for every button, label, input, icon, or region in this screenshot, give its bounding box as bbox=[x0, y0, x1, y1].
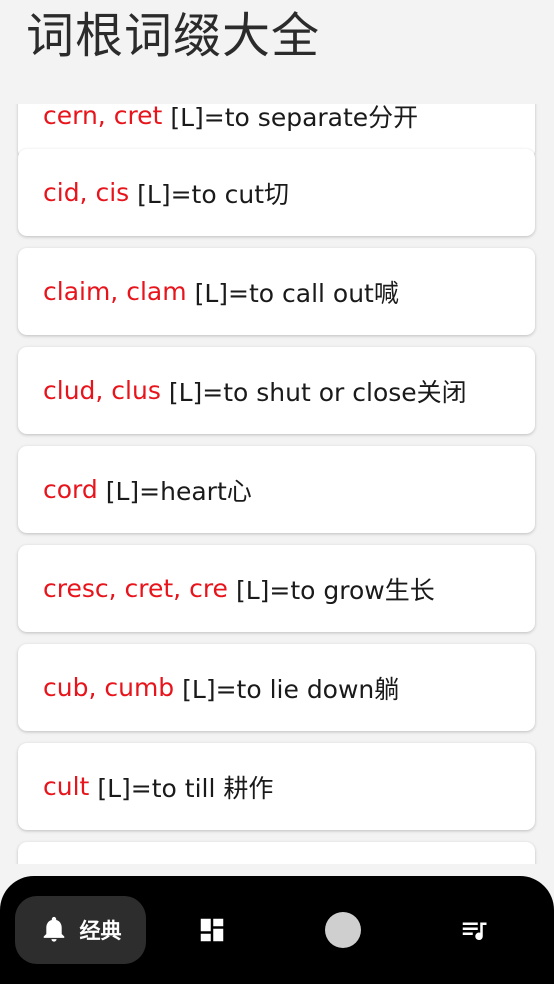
list-item[interactable]: cresc, cret, cre [L]=to grow生长 bbox=[18, 545, 535, 632]
entry-root: cern, cret bbox=[43, 104, 163, 130]
app-bar: 词根词缀大全 bbox=[0, 0, 554, 104]
dashboard-icon bbox=[200, 918, 223, 942]
entry-root: claim, clam bbox=[43, 277, 187, 306]
nav-tab-circle[interactable] bbox=[277, 896, 408, 964]
circle-icon bbox=[324, 912, 361, 948]
nav-tab-playlist[interactable] bbox=[408, 896, 539, 964]
list-item[interactable]: clud, clus [L]=to shut or close关闭 bbox=[18, 347, 535, 434]
entry-root: cord bbox=[43, 475, 98, 504]
list-item[interactable] bbox=[18, 842, 535, 864]
list-item[interactable]: cord [L]=heart心 bbox=[18, 446, 535, 533]
entry-meaning: [L]=to till 耕作 bbox=[97, 773, 274, 803]
nav-tab-label: 经典 bbox=[79, 919, 122, 943]
entry-root: clud, clus bbox=[43, 376, 161, 405]
entry-meaning: [L]=to grow生长 bbox=[235, 575, 435, 605]
nav-tab-dashboard[interactable] bbox=[146, 896, 277, 964]
entry-root: cult bbox=[43, 772, 90, 801]
nav-tab-classic[interactable]: 经典 bbox=[15, 896, 146, 964]
entry-list-viewport[interactable]: cern, cret [L]=to separate分开 cid, cis [L… bbox=[0, 104, 554, 864]
entry-meaning: [L]=to call out喊 bbox=[194, 278, 399, 308]
list-item[interactable]: claim, clam [L]=to call out喊 bbox=[18, 248, 535, 335]
entry-meaning: [L]=to cut切 bbox=[137, 179, 289, 209]
list-item[interactable]: cid, cis [L]=to cut切 bbox=[18, 149, 535, 236]
entry-meaning: [L]=heart心 bbox=[105, 476, 252, 506]
entry-meaning: [L]=to shut or close关闭 bbox=[168, 377, 467, 407]
playlist-icon bbox=[462, 922, 486, 941]
entry-root: cid, cis bbox=[43, 178, 130, 207]
entry-meaning: [L]=to lie down躺 bbox=[182, 674, 400, 704]
bottom-navigation: 经典 bbox=[0, 876, 554, 984]
bell-icon bbox=[43, 916, 64, 942]
page-title: 词根词缀大全 bbox=[26, 8, 321, 64]
list-item[interactable]: cult [L]=to till 耕作 bbox=[18, 743, 535, 830]
list-item[interactable]: cub, cumb [L]=to lie down躺 bbox=[18, 644, 535, 731]
entry-root: cresc, cret, cre bbox=[43, 574, 228, 603]
entry-root: cub, cumb bbox=[43, 673, 175, 702]
entry-meaning: [L]=to separate分开 bbox=[170, 104, 419, 132]
